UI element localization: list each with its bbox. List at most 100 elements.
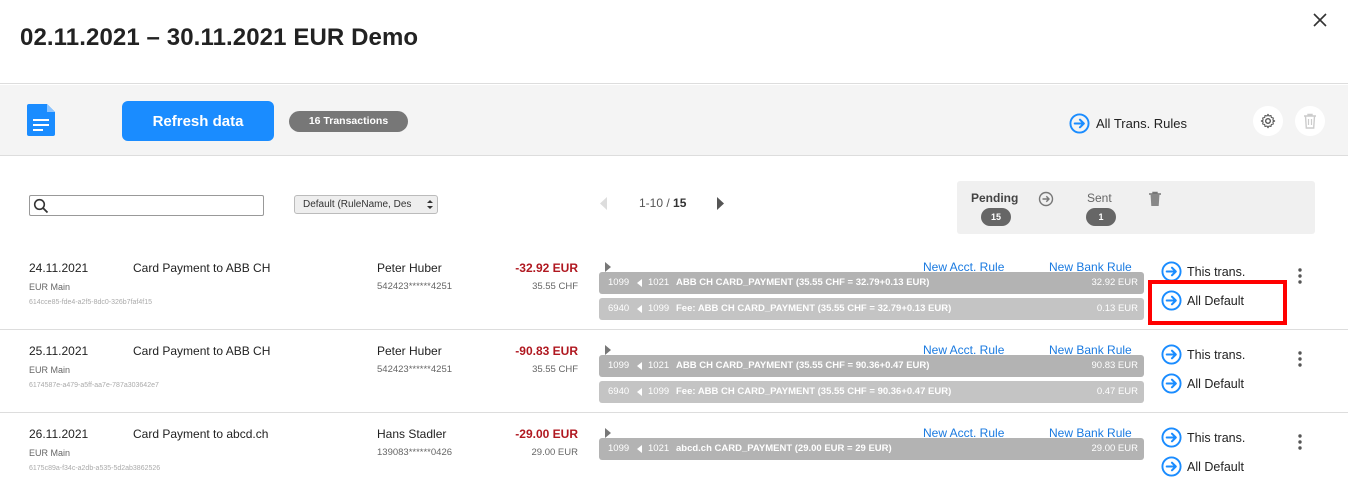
booking-entry[interactable]: 1099 1021 ABB CH CARD_PAYMENT (35.55 CHF… <box>599 272 1144 294</box>
booking-entry[interactable]: 1099 1021 abcd.ch CARD_PAYMENT (29.00 EU… <box>599 438 1144 460</box>
all-default-label: All Default <box>1187 376 1244 391</box>
circle-arrow-right-icon <box>1069 113 1090 134</box>
sort-order-select[interactable]: Default (RuleName, Des <box>294 195 438 214</box>
transaction-date: 26.11.2021 <box>29 427 89 441</box>
transaction-date: 24.11.2021 <box>29 261 89 275</box>
transaction-account: EUR Main <box>29 282 71 292</box>
booking-entry[interactable]: 1099 1021 ABB CH CARD_PAYMENT (35.55 CHF… <box>599 355 1144 377</box>
search-input[interactable] <box>50 197 260 214</box>
booking-amount: 0.13 EUR <box>1096 303 1138 314</box>
apply-all-default-button[interactable]: All Default <box>1161 290 1244 311</box>
kebab-menu-icon[interactable] <box>1296 267 1304 285</box>
counterparty-name: Hans Stadler <box>377 427 447 441</box>
transaction-date: 25.11.2021 <box>29 344 89 358</box>
transaction-amount: -90.83 EUR <box>515 344 578 358</box>
booking-text: ABB CH CARD_PAYMENT (35.55 CHF = 32.79+0… <box>676 277 930 288</box>
this-trans-label: This trans. <box>1187 347 1246 362</box>
page-title: 02.11.2021 – 30.11.2021 EUR Demo <box>20 24 419 51</box>
select-arrows-icon <box>427 200 433 209</box>
booking-amount: 32.92 EUR <box>1091 277 1138 288</box>
kebab-menu-icon[interactable] <box>1296 350 1304 368</box>
trash-icon <box>1304 113 1316 129</box>
sent-count-badge: 1 <box>1086 208 1116 226</box>
booking-account-from: 1099 <box>608 443 630 454</box>
previous-page-icon[interactable] <box>598 196 608 211</box>
send-arrow-icon[interactable] <box>1038 191 1054 207</box>
apply-all-default-button[interactable]: All Default <box>1161 456 1244 477</box>
document-icon[interactable] <box>27 104 57 136</box>
original-amount: 29.00 EUR <box>531 447 578 458</box>
status-panel: Pending 15 Sent 1 <box>957 181 1315 234</box>
close-icon[interactable] <box>1310 10 1330 30</box>
apply-this-trans-button[interactable]: This trans. <box>1161 427 1245 448</box>
all-trans-rules-label: All Trans. Rules <box>1096 116 1188 131</box>
transaction-description: Card Payment to ABB CH <box>133 344 271 358</box>
transaction-amount: -29.00 EUR <box>515 427 578 441</box>
booking-account-from: 1099 <box>608 360 630 371</box>
caret-left-icon <box>637 305 642 313</box>
caret-left-icon <box>637 388 642 396</box>
booking-account-from: 6940 <box>608 303 630 314</box>
settings-button[interactable] <box>1253 106 1283 136</box>
booking-text: Fee: ABB CH CARD_PAYMENT (35.55 CHF = 90… <box>676 386 952 397</box>
kebab-menu-icon[interactable] <box>1296 433 1304 451</box>
transaction-account: EUR Main <box>29 448 71 458</box>
transaction-row: 24.11.2021 EUR Main 614cce85-fde4-a2f5-8… <box>0 247 1348 330</box>
dialog-header: 02.11.2021 – 30.11.2021 EUR Demo <box>0 0 1348 84</box>
counterparty-name: Peter Huber <box>377 344 442 358</box>
transaction-id: 6175c89a-f34c-a2db-a535-5d2ab3862526 <box>29 465 161 472</box>
pager-range-current: 1-10 <box>639 196 664 210</box>
card-number: 139083******0426 <box>377 447 453 458</box>
circle-arrow-right-icon <box>1161 261 1182 282</box>
card-number: 542423******4251 <box>377 281 453 292</box>
transactions-count-badge: 16 Transactions <box>289 111 408 132</box>
booking-account-to: 1099 <box>648 386 670 397</box>
apply-this-trans-button[interactable]: This trans. <box>1161 344 1245 365</box>
pending-tab[interactable]: Pending <box>971 191 1018 205</box>
caret-left-icon <box>637 362 642 370</box>
booking-text: abcd.ch CARD_PAYMENT (29.00 EUR = 29 EUR… <box>676 443 892 454</box>
card-number: 542423******4251 <box>377 364 453 375</box>
transaction-row: 25.11.2021 EUR Main 6174587e-a479-a5ff-a… <box>0 330 1348 413</box>
sort-order-value: Default (RuleName, Des <box>303 199 412 210</box>
booking-text: ABB CH CARD_PAYMENT (35.55 CHF = 90.36+0… <box>676 360 930 371</box>
search-field[interactable] <box>29 195 264 216</box>
gear-icon <box>1260 113 1276 129</box>
transaction-row: 26.11.2021 EUR Main 6175c89a-f34c-a2db-a… <box>0 413 1348 494</box>
caret-left-icon <box>637 445 642 453</box>
all-default-label: All Default <box>1187 293 1244 308</box>
counterparty-name: Peter Huber <box>377 261 442 275</box>
booking-entry[interactable]: 6940 1099 Fee: ABB CH CARD_PAYMENT (35.5… <box>599 381 1144 403</box>
booking-amount: 0.47 EUR <box>1096 386 1138 397</box>
booking-text: Fee: ABB CH CARD_PAYMENT (35.55 CHF = 32… <box>676 303 952 314</box>
next-page-icon[interactable] <box>716 196 726 211</box>
caret-left-icon <box>637 279 642 287</box>
sent-tab[interactable]: Sent <box>1087 191 1112 205</box>
circle-arrow-right-icon <box>1161 290 1182 311</box>
trash-icon[interactable] <box>1148 191 1162 207</box>
refresh-data-button[interactable]: Refresh data <box>122 101 274 141</box>
booking-account-from: 6940 <box>608 386 630 397</box>
delete-button[interactable] <box>1295 106 1325 136</box>
toolbar: Refresh data 16 Transactions All Trans. … <box>0 85 1348 156</box>
this-trans-label: This trans. <box>1187 430 1246 445</box>
apply-all-default-button[interactable]: All Default <box>1161 373 1244 394</box>
booking-account-to: 1099 <box>648 303 670 314</box>
transaction-description: Card Payment to ABB CH <box>133 261 271 275</box>
all-trans-rules-button[interactable]: All Trans. Rules <box>1069 113 1187 134</box>
this-trans-label: This trans. <box>1187 264 1246 279</box>
booking-amount: 29.00 EUR <box>1091 443 1138 454</box>
all-default-label: All Default <box>1187 459 1244 474</box>
pager-range-total: 15 <box>673 196 687 210</box>
pending-count-badge: 15 <box>981 208 1011 226</box>
booking-account-from: 1099 <box>608 277 630 288</box>
apply-this-trans-button[interactable]: This trans. <box>1161 261 1245 282</box>
original-amount: 35.55 CHF <box>532 281 578 292</box>
booking-account-to: 1021 <box>648 360 670 371</box>
booking-entry[interactable]: 6940 1099 Fee: ABB CH CARD_PAYMENT (35.5… <box>599 298 1144 320</box>
transaction-description: Card Payment to abcd.ch <box>133 427 269 441</box>
booking-amount: 90.83 EUR <box>1091 360 1138 371</box>
pager-range: 1-10 / 15 <box>639 196 686 210</box>
circle-arrow-right-icon <box>1161 373 1182 394</box>
original-amount: 35.55 CHF <box>532 364 578 375</box>
